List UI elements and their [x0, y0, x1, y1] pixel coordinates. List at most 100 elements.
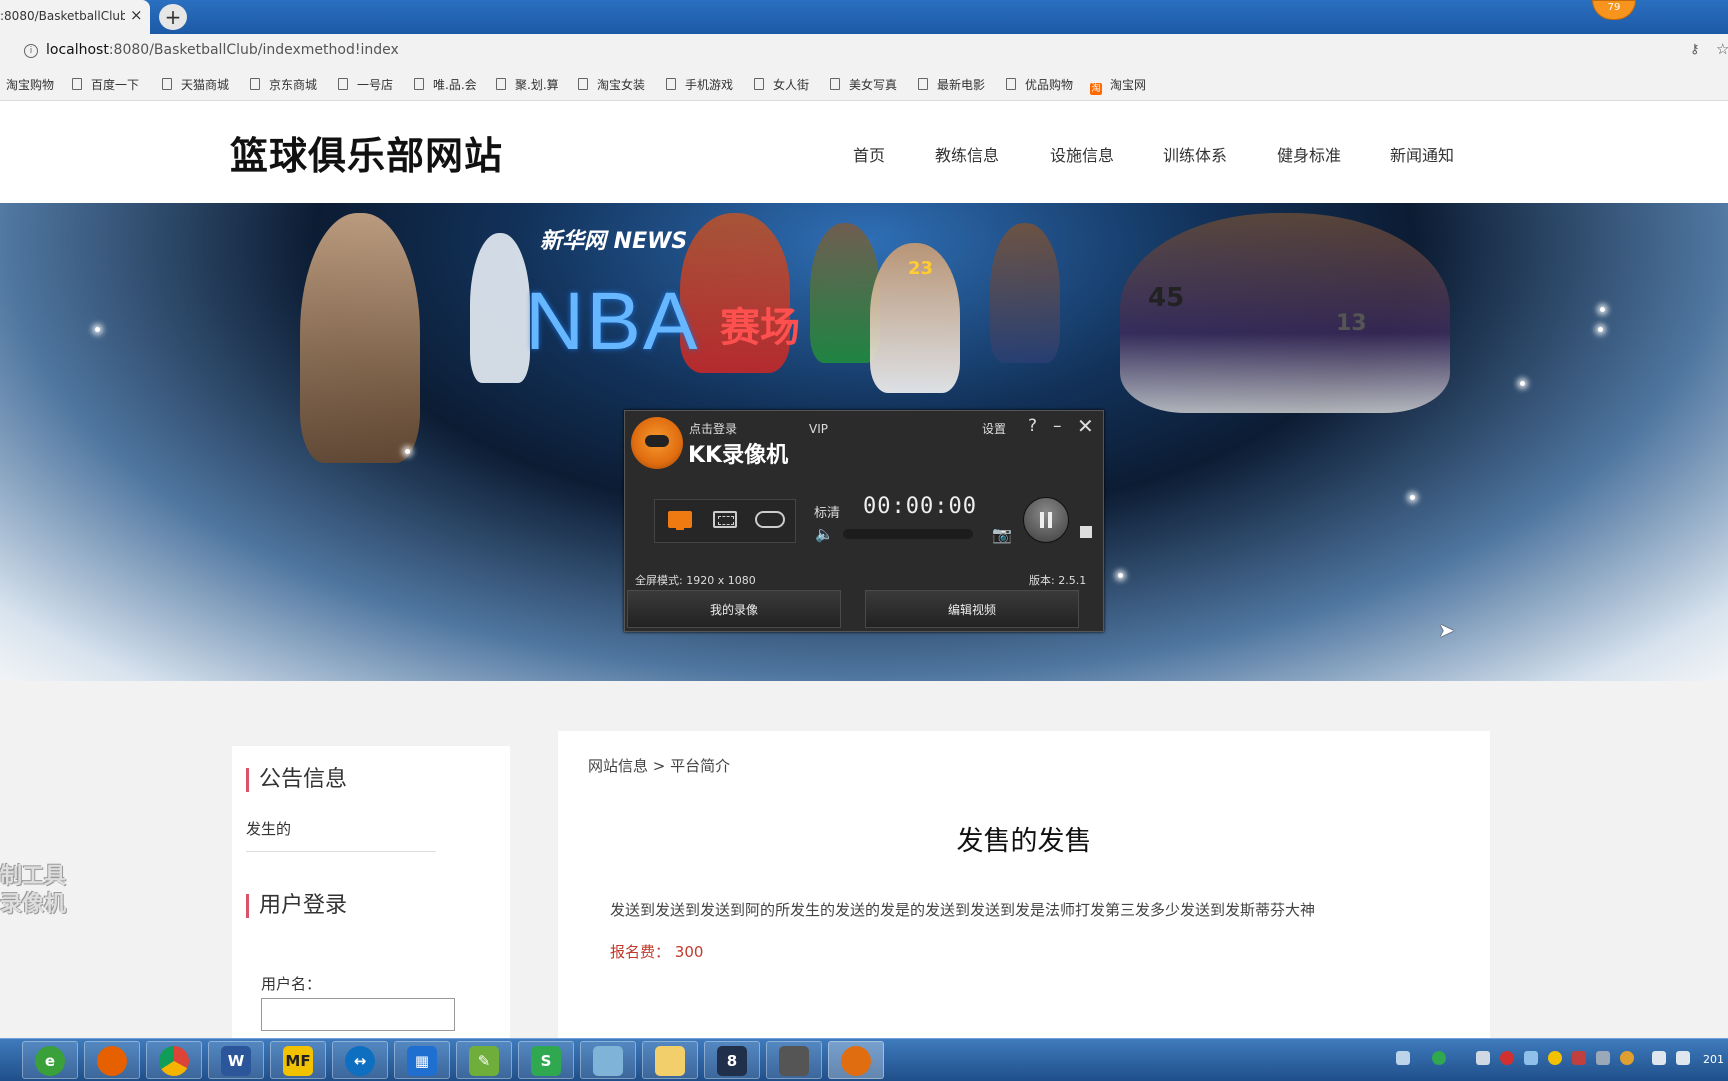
nav-item-news[interactable]: 新闻通知	[1390, 142, 1454, 166]
nav-item-coaches[interactable]: 教练信息	[935, 142, 999, 166]
kk-close-button[interactable]: ✕	[1077, 414, 1094, 438]
tab-close-icon[interactable]: ×	[130, 6, 143, 24]
kk-volume-bar[interactable]	[843, 529, 973, 539]
network-icon[interactable]	[1652, 1051, 1666, 1065]
bookmark-item[interactable]: 唯.品.会	[414, 76, 477, 93]
page-icon	[830, 78, 840, 90]
player-image	[300, 213, 420, 463]
page-icon	[496, 78, 506, 90]
kk-version: 版本: 2.5.1	[1029, 574, 1087, 587]
fullscreen-mode-icon[interactable]	[668, 511, 692, 530]
taskbar-firefox[interactable]	[84, 1041, 140, 1079]
new-tab-button[interactable]: +	[159, 4, 187, 30]
info-icon[interactable]: i	[24, 44, 38, 58]
nav-item-fitness[interactable]: 健身标准	[1277, 142, 1341, 166]
taskbar-notepad[interactable]: ✎	[456, 1041, 512, 1079]
kk-recorder-window[interactable]: 点击登录 VIP KK录像机 设置 ? – ✕ 标清 00:00:00 🔈 📷 …	[624, 410, 1104, 632]
kk-pause-button[interactable]	[1023, 497, 1069, 543]
kk-settings-button[interactable]: 设置	[982, 420, 1006, 437]
bookmark-item[interactable]: 美女写真	[830, 76, 897, 93]
region-mode-icon[interactable]	[713, 511, 737, 528]
page-icon	[250, 78, 260, 90]
taskbar-eight[interactable]: 8	[704, 1041, 760, 1079]
page-icon	[414, 78, 424, 90]
bookmark-item[interactable]: 女人街	[754, 76, 809, 93]
taskbar-s[interactable]: S	[518, 1041, 574, 1079]
url-field[interactable]: localhost:8080/BasketballClub/indexmetho…	[46, 42, 399, 58]
taskbar-kk[interactable]	[828, 1041, 884, 1079]
notepad-icon: ✎	[469, 1046, 499, 1076]
tray-app-icon[interactable]	[1500, 1051, 1514, 1065]
taskbar-mf[interactable]: MF	[270, 1041, 326, 1079]
kk-stop-button[interactable]	[1080, 526, 1092, 538]
nav-item-facilities[interactable]: 设施信息	[1050, 142, 1114, 166]
camera-icon[interactable]: 📷	[992, 525, 1012, 544]
nav-item-training[interactable]: 训练体系	[1163, 142, 1227, 166]
app-grid-icon: ▦	[407, 1046, 437, 1076]
bookmark-item[interactable]: 手机游戏	[666, 76, 733, 93]
sparkle	[1600, 307, 1605, 312]
bookmark-item[interactable]: 京东商城	[250, 76, 317, 93]
tray-app-icon[interactable]	[1596, 1051, 1610, 1065]
bookmark-star-icon[interactable]: ☆	[1716, 40, 1728, 58]
kk-raccoon-logo-icon	[631, 417, 683, 469]
tray-app-icon[interactable]	[1620, 1051, 1634, 1065]
edit-video-button[interactable]: 编辑视频	[865, 590, 1079, 628]
key-icon[interactable]: ⚷	[1690, 42, 1700, 57]
bookmark-item[interactable]: 优品购物	[1006, 76, 1073, 93]
username-input[interactable]	[261, 998, 455, 1031]
recorder-watermark: 制工具 录像机	[0, 864, 67, 917]
main-content: 网站信息 > 平台简介 发售的发售 发送到发送到发送到阿的所发生的发送的发是的发…	[558, 731, 1490, 1051]
divider	[246, 851, 436, 852]
volume-icon[interactable]	[1676, 1051, 1690, 1065]
kk-help-button[interactable]: ?	[1028, 416, 1037, 436]
taskbar-word[interactable]: W	[208, 1041, 264, 1079]
taskbar-ie[interactable]: e	[22, 1041, 78, 1079]
tray-app-icon[interactable]	[1476, 1051, 1490, 1065]
nba-arena-text: 赛场	[720, 305, 800, 351]
username-label: 用户名：	[261, 975, 322, 993]
kk-quality-selector[interactable]: 标清	[814, 502, 840, 521]
chrome-icon	[159, 1046, 189, 1076]
taskbar-folder[interactable]	[642, 1041, 698, 1079]
tray-app-icon[interactable]	[1548, 1051, 1562, 1065]
speaker-icon[interactable]: 🔈	[815, 525, 834, 543]
taskbar-game[interactable]	[766, 1041, 822, 1079]
taskbar-app[interactable]: ▦	[394, 1041, 450, 1079]
notice-item[interactable]: 发生的	[246, 818, 291, 839]
taskbar-file[interactable]	[580, 1041, 636, 1079]
page-icon	[338, 78, 348, 90]
page-icon	[72, 78, 82, 90]
bookmark-item[interactable]: 一号店	[338, 76, 393, 93]
bookmark-item[interactable]: 淘宝女装	[578, 76, 645, 93]
taobao-icon: 淘	[1090, 83, 1102, 95]
keyboard-icon[interactable]	[1396, 1051, 1410, 1065]
bookmark-item[interactable]: 淘宝购物	[6, 76, 54, 93]
page-icon	[162, 78, 172, 90]
folder-icon	[655, 1046, 685, 1076]
kk-vip-link[interactable]: VIP	[809, 422, 828, 436]
article-title: 发售的发售	[956, 826, 1092, 857]
breadcrumb[interactable]: 网站信息 > 平台简介	[588, 755, 730, 776]
game-mode-icon[interactable]	[755, 511, 785, 528]
tray-app-icon[interactable]	[1524, 1051, 1538, 1065]
browser-tab-bar: :8080/BasketballClub × + 79	[0, 0, 1728, 34]
profile-badge[interactable]: 79	[1592, 0, 1636, 20]
browser-tab[interactable]: :8080/BasketballClub ×	[0, 0, 150, 34]
kk-tray-icon[interactable]	[1432, 1051, 1446, 1065]
sparkle	[405, 449, 410, 454]
kk-recorder-icon	[841, 1046, 871, 1076]
taskbar-chrome[interactable]	[146, 1041, 202, 1079]
bookmark-item[interactable]: 淘淘宝网	[1090, 76, 1146, 95]
tray-app-icon[interactable]	[1572, 1051, 1586, 1065]
bookmark-item[interactable]: 最新电影	[918, 76, 985, 93]
taskbar-teamviewer[interactable]: ↔	[332, 1041, 388, 1079]
taskbar-clock[interactable]: 201	[1703, 1053, 1724, 1066]
bookmark-item[interactable]: 百度一下	[72, 76, 139, 93]
nav-item-home[interactable]: 首页	[853, 142, 885, 166]
bookmark-item[interactable]: 天猫商城	[162, 76, 229, 93]
bookmark-item[interactable]: 聚.划.算	[496, 76, 559, 93]
kk-minimize-button[interactable]: –	[1053, 416, 1062, 436]
kk-login-link[interactable]: 点击登录	[689, 420, 737, 437]
my-recordings-button[interactable]: 我的录像	[627, 590, 841, 628]
